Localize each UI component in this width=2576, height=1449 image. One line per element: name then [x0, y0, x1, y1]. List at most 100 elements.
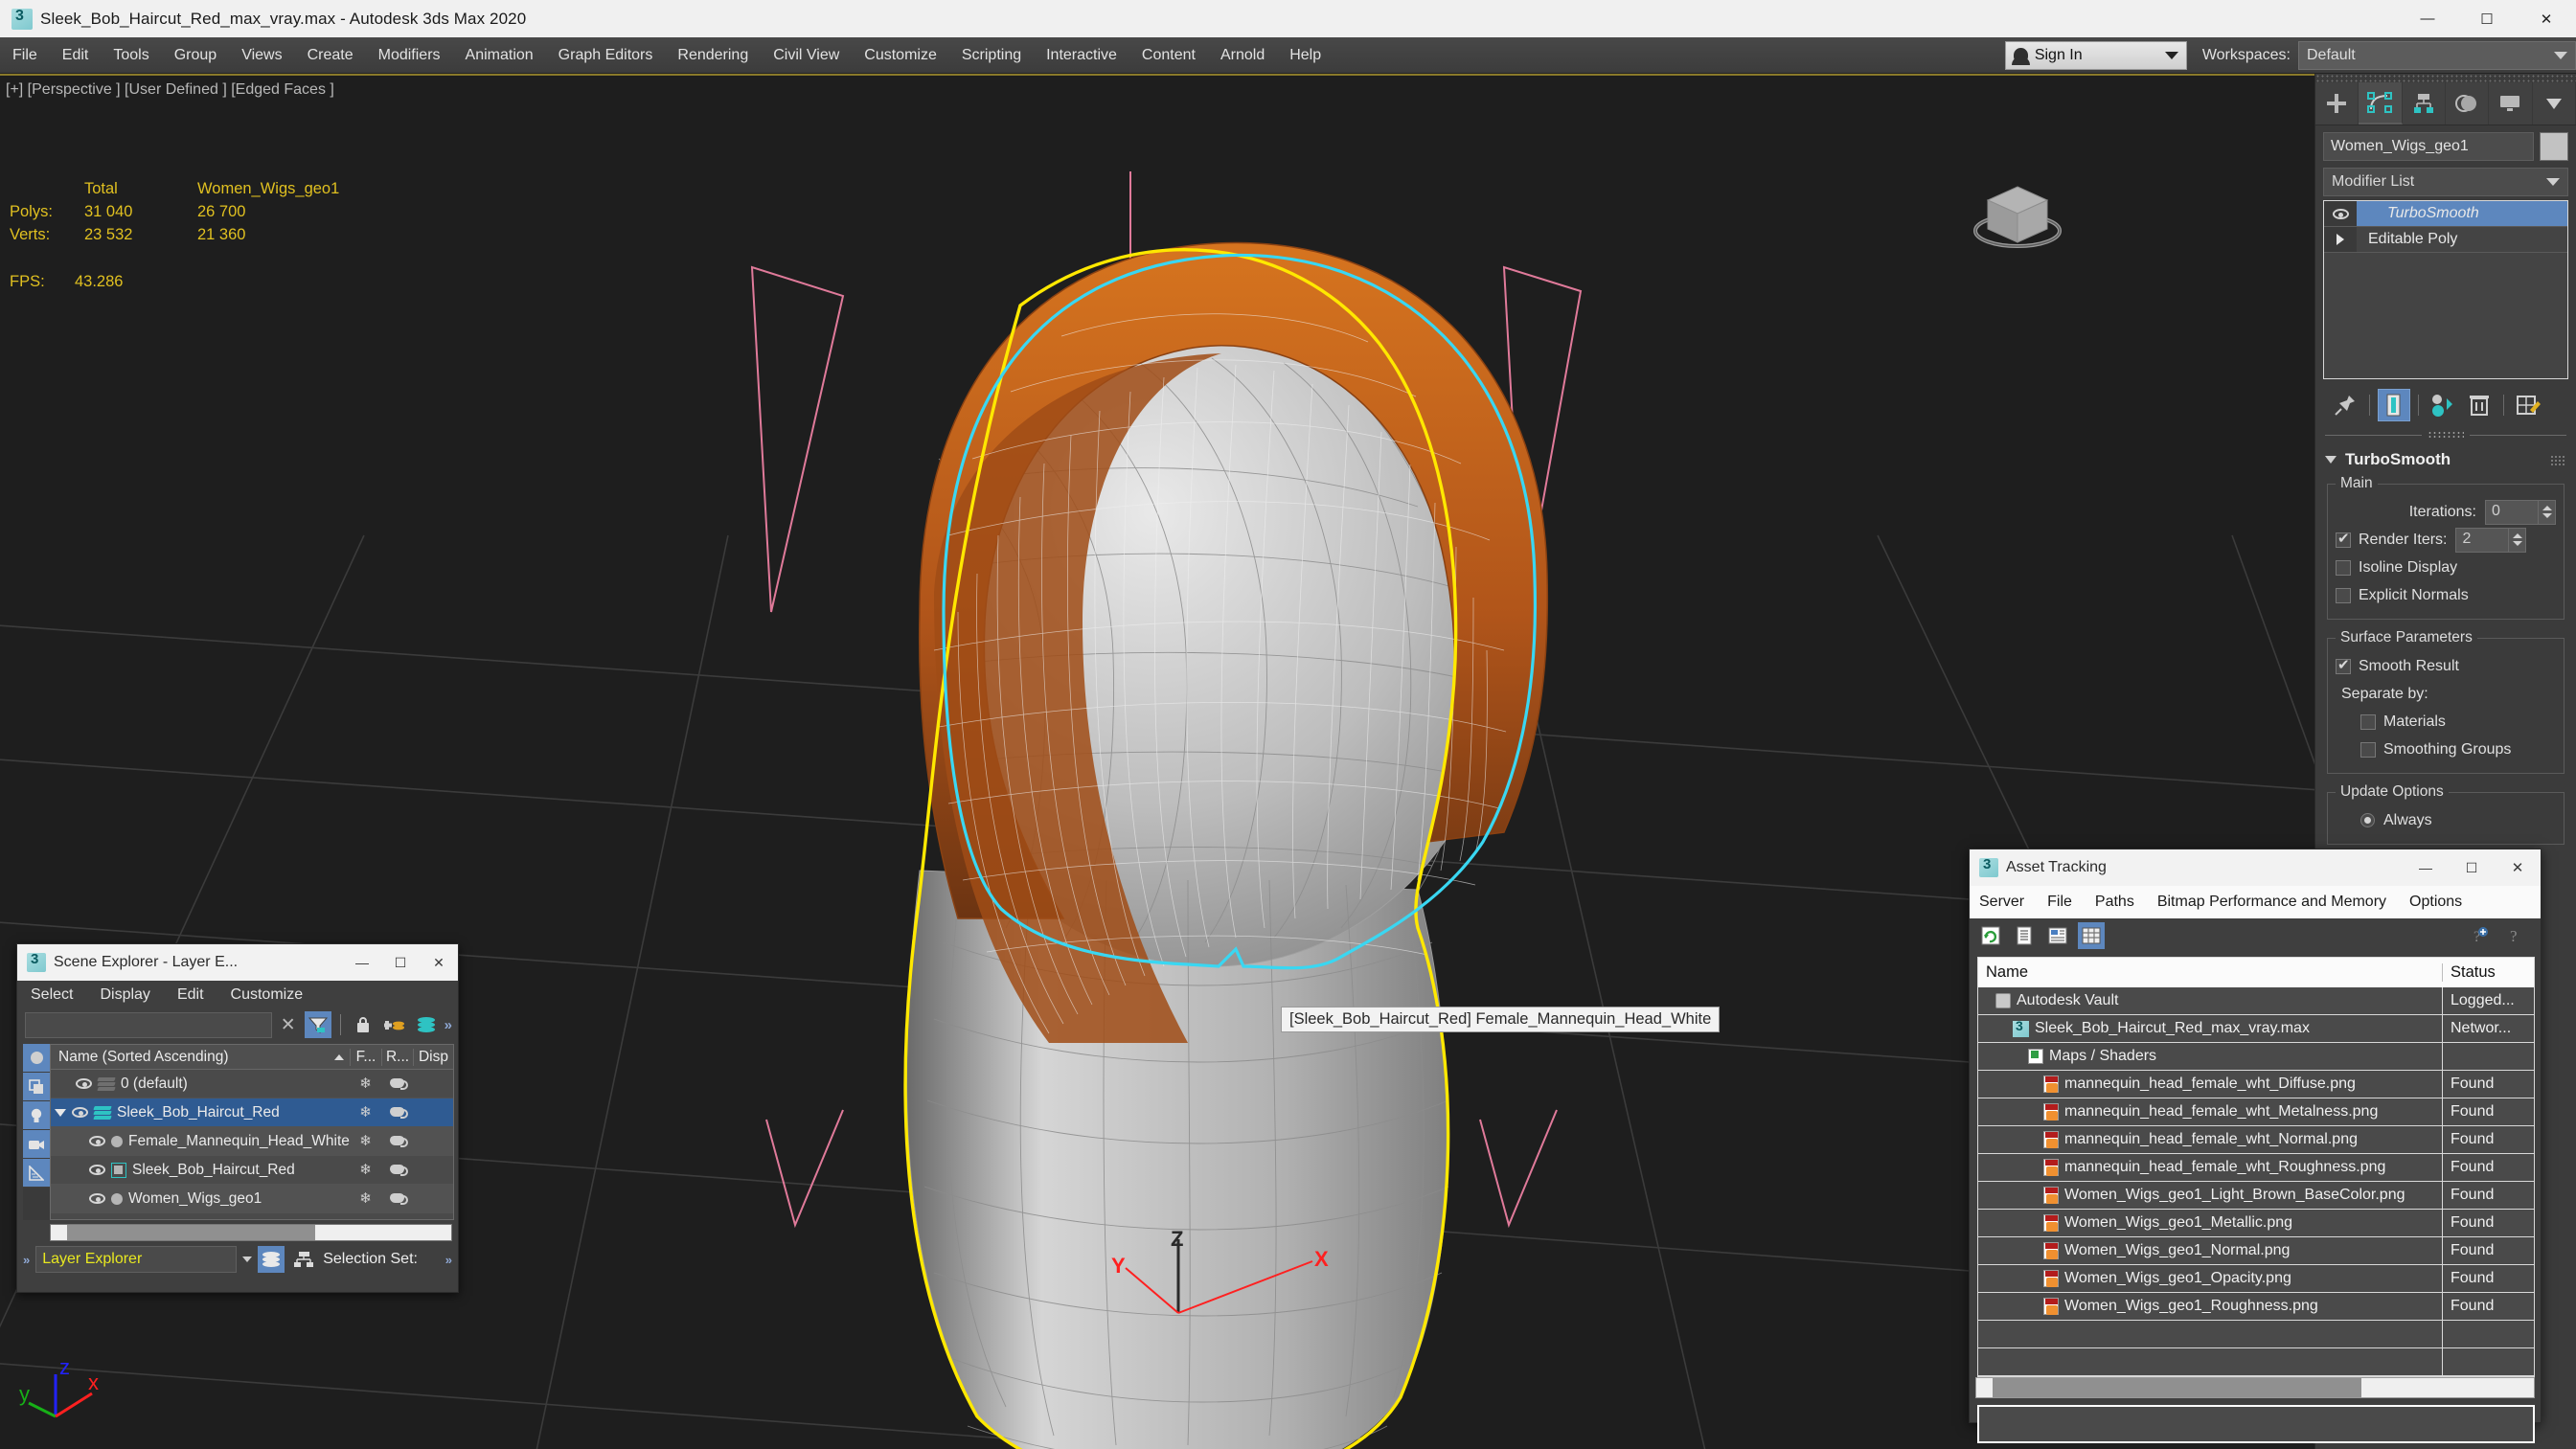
chevron-down-icon[interactable] — [2164, 51, 2178, 59]
se-menu-edit[interactable]: Edit — [177, 986, 204, 1004]
asset-row[interactable]: Sleek_Bob_Haircut_Red_max_vray.max Netwo… — [1978, 1015, 2534, 1043]
at-menu-paths[interactable]: Paths — [2095, 894, 2134, 911]
list-view-button[interactable] — [2011, 922, 2038, 949]
column-name-header[interactable]: Name (Sorted Ascending) — [51, 1049, 350, 1066]
at-menu-file[interactable]: File — [2047, 894, 2072, 911]
asset-row[interactable]: Women_Wigs_geo1_Normal.png Found — [1978, 1237, 2534, 1265]
menu-arnold[interactable]: Arnold — [1208, 37, 1277, 74]
column-display-header[interactable]: Disp — [413, 1048, 453, 1066]
eye-icon[interactable] — [89, 1165, 105, 1175]
footer-chevron-icon[interactable]: » — [23, 1253, 30, 1267]
modifier-list-dropdown[interactable]: Modifier List — [2323, 168, 2568, 196]
freeze-icon[interactable]: ❄ — [359, 1162, 372, 1178]
freeze-icon[interactable]: ❄ — [359, 1133, 372, 1149]
asset-row[interactable]: Women_Wigs_geo1_Roughness.png Found — [1978, 1293, 2534, 1321]
display-tab[interactable] — [2489, 82, 2533, 125]
menu-modifiers[interactable]: Modifiers — [366, 37, 453, 74]
menu-interactive[interactable]: Interactive — [1034, 37, 1129, 74]
menu-content[interactable]: Content — [1129, 37, 1208, 74]
asset-tracking-minimize[interactable]: — — [2403, 849, 2449, 886]
iterations-spinner[interactable]: 0 — [2485, 499, 2556, 525]
materials-checkbox[interactable] — [2360, 713, 2376, 730]
make-unique-button[interactable] — [2427, 389, 2459, 421]
footer-overflow-chevron-icon[interactable]: » — [445, 1253, 452, 1267]
asset-row[interactable]: Autodesk Vault Logged... — [1978, 987, 2534, 1015]
minimize-button[interactable]: — — [2398, 0, 2457, 37]
eye-icon[interactable] — [89, 1193, 105, 1204]
sub-object-expander[interactable] — [2324, 227, 2357, 252]
filter-button[interactable] — [304, 1011, 331, 1038]
show-end-result-button[interactable] — [2378, 389, 2410, 421]
renderable-icon[interactable] — [390, 1192, 408, 1205]
menu-rendering[interactable]: Rendering — [665, 37, 761, 74]
paths-view-button[interactable] — [2044, 922, 2071, 949]
filter-cameras-button[interactable] — [23, 1130, 50, 1159]
asset-tracking-title-bar[interactable]: Asset Tracking — ☐ ✕ — [1970, 849, 2541, 886]
scene-explorer-close[interactable]: ✕ — [420, 944, 458, 981]
eye-icon[interactable] — [76, 1078, 92, 1089]
scene-explorer-title-bar[interactable]: Scene Explorer - Layer E... — ☐ ✕ — [17, 944, 458, 981]
explicit-normals-checkbox[interactable] — [2336, 587, 2351, 603]
at-menu-bitmap-performance[interactable]: Bitmap Performance and Memory — [2157, 894, 2386, 911]
overflow-chevron-icon[interactable]: » — [445, 1017, 452, 1033]
filter-shapes-button[interactable] — [23, 1073, 50, 1101]
utilities-tab[interactable] — [2532, 82, 2576, 125]
at-menu-options[interactable]: Options — [2409, 894, 2462, 911]
renderable-icon[interactable] — [390, 1135, 408, 1147]
freeze-icon[interactable]: ❄ — [359, 1075, 372, 1092]
spinner-arrows[interactable] — [2538, 500, 2555, 524]
menu-customize[interactable]: Customize — [852, 37, 949, 74]
sign-in-button[interactable]: Sign In — [2004, 40, 2187, 70]
se-menu-select[interactable]: Select — [31, 986, 73, 1004]
object-name-field[interactable]: Women_Wigs_geo1 — [2323, 132, 2534, 161]
menu-graph-editors[interactable]: Graph Editors — [546, 37, 666, 74]
lock-button[interactable] — [350, 1011, 376, 1038]
add-layer-button[interactable] — [381, 1011, 408, 1038]
object-row-women-wigs-geo1[interactable]: Women_Wigs_geo1 ❄ — [51, 1185, 453, 1213]
at-menu-server[interactable]: Server — [1979, 894, 2024, 911]
viewport-label[interactable]: [+] [Perspective ] [User Defined ] [Edge… — [6, 81, 334, 99]
asset-tracking-horizontal-scrollbar[interactable] — [1975, 1377, 2535, 1398]
clear-search-icon[interactable]: ✕ — [277, 1014, 300, 1036]
select-layer-objects-button[interactable] — [413, 1011, 440, 1038]
object-color-swatch[interactable] — [2540, 132, 2568, 161]
menu-edit[interactable]: Edit — [50, 37, 102, 74]
chevron-down-icon[interactable] — [242, 1257, 253, 1262]
always-radio[interactable] — [2360, 813, 2375, 827]
asset-column-name[interactable]: Name — [1978, 963, 2442, 982]
menu-help[interactable]: Help — [1277, 37, 1334, 74]
eye-icon[interactable] — [89, 1136, 105, 1146]
eye-icon[interactable] — [72, 1107, 88, 1118]
menu-civil-view[interactable]: Civil View — [761, 37, 852, 74]
asset-row[interactable]: mannequin_head_female_wht_Diffuse.png Fo… — [1978, 1071, 2534, 1098]
search-input[interactable] — [25, 1011, 272, 1038]
renderable-icon[interactable] — [390, 1164, 408, 1176]
freeze-icon[interactable]: ❄ — [359, 1104, 372, 1121]
renderable-icon[interactable] — [390, 1106, 408, 1119]
renderable-icon[interactable] — [390, 1077, 408, 1090]
asset-row-empty[interactable] — [1978, 1348, 2534, 1376]
view-cube[interactable] — [1965, 171, 2070, 272]
spinner-arrows[interactable] — [2508, 528, 2525, 552]
help-button[interactable]: ? — [2502, 922, 2529, 949]
asset-row[interactable]: mannequin_head_female_wht_Normal.png Fou… — [1978, 1126, 2534, 1154]
object-row-sleek-bob-haircut-red[interactable]: Sleek_Bob_Haircut_Red ❄ — [51, 1156, 453, 1185]
menu-create[interactable]: Create — [295, 37, 366, 74]
object-row-female-mannequin-head-white[interactable]: Female_Mannequin_Head_White ❄ — [51, 1127, 453, 1156]
always-row[interactable]: Always — [2360, 806, 2556, 834]
motion-tab[interactable] — [2445, 82, 2490, 125]
explicit-normals-row[interactable]: Explicit Normals — [2336, 581, 2556, 609]
layer-explorer-toggle[interactable] — [258, 1246, 285, 1273]
configure-modifier-sets-button[interactable] — [2512, 389, 2544, 421]
asset-row[interactable]: Maps / Shaders — [1978, 1043, 2534, 1071]
modify-tab[interactable] — [2359, 82, 2403, 125]
se-menu-display[interactable]: Display — [100, 986, 149, 1004]
asset-row-empty[interactable] — [1978, 1321, 2534, 1348]
workspace-select[interactable]: Default — [2298, 40, 2576, 70]
column-frozen-header[interactable]: F... — [350, 1048, 381, 1066]
smoothing-groups-checkbox[interactable] — [2360, 741, 2376, 758]
filter-geometry-button[interactable] — [23, 1044, 50, 1073]
scene-explorer-maximize[interactable]: ☐ — [381, 944, 420, 981]
menu-group[interactable]: Group — [162, 37, 229, 74]
asset-row[interactable]: Women_Wigs_geo1_Light_Brown_BaseColor.pn… — [1978, 1182, 2534, 1210]
